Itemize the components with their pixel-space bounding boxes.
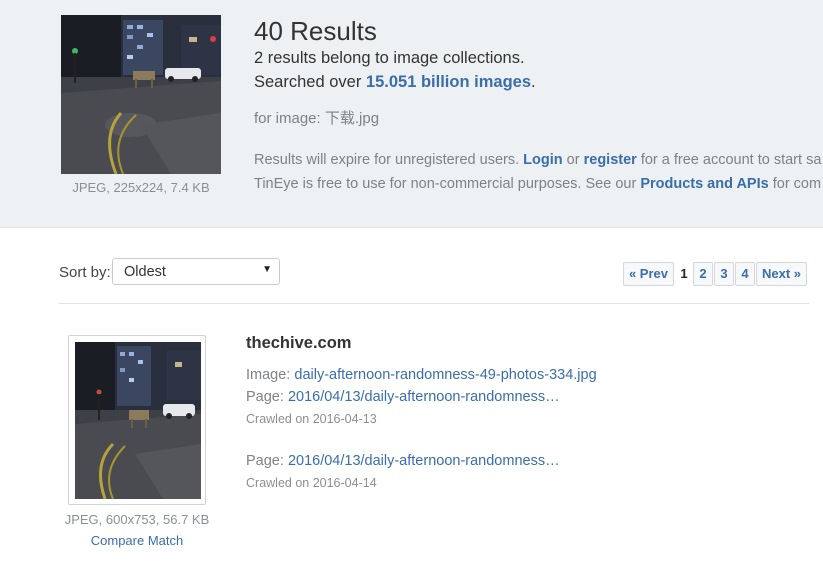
register-suffix: for a free account to start sa xyxy=(640,152,822,168)
results-count-title: 40 Results xyxy=(254,16,377,46)
results-divider xyxy=(59,303,809,304)
sort-select[interactable]: Oldest ▼ xyxy=(112,258,280,285)
prev-page-button[interactable]: « Prev xyxy=(623,262,674,286)
searched-suffix: . xyxy=(531,73,536,91)
night-street-photo xyxy=(61,15,221,174)
result-image-info: JPEG, 600x753, 56.7 KB xyxy=(64,512,210,527)
result-image-line: Image: daily-afternoon-randomness-49-pho… xyxy=(246,367,597,383)
searched-prefix: Searched over xyxy=(254,73,362,91)
query-image-thumbnail[interactable] xyxy=(61,15,221,174)
sort-label: Sort by: xyxy=(59,264,111,281)
crawl-date-1: Crawled on 2016-04-13 xyxy=(246,412,377,426)
index-size-link[interactable]: 15.051 billion images xyxy=(366,73,531,91)
page-2-link[interactable]: 2 xyxy=(693,262,713,286)
collections-summary: 2 results belong to image collections. xyxy=(254,49,525,67)
usage-notice: TinEye is free to use for non-commercial… xyxy=(254,176,821,192)
image-label: Image: xyxy=(246,367,291,383)
result-image-link[interactable]: daily-afternoon-randomness-49-photos-334… xyxy=(294,367,596,383)
result-page-link-2[interactable]: 2016/04/13/daily-afternoon-randomness… xyxy=(288,453,560,469)
page-4-link[interactable]: 4 xyxy=(735,262,755,286)
usage-text: TinEye is free to use for non-commercial… xyxy=(254,176,637,192)
expiry-text: Results will expire for unregistered use… xyxy=(254,152,520,168)
compare-match-link[interactable]: Compare Match xyxy=(58,533,216,548)
night-street-photo xyxy=(75,342,201,499)
expiry-notice: Results will expire for unregistered use… xyxy=(254,152,821,168)
usage-suffix: for com xyxy=(772,176,822,192)
result-page-line-2: Page: 2016/04/13/daily-afternoon-randomn… xyxy=(246,453,560,469)
page-label: Page: xyxy=(246,453,284,469)
crawl-date-2: Crawled on 2016-04-14 xyxy=(246,476,377,490)
query-image-info: JPEG, 225x224, 7.4 KB xyxy=(72,180,210,195)
result-page-line-1: Page: 2016/04/13/daily-afternoon-randomn… xyxy=(246,389,560,405)
result-thumb-image xyxy=(75,342,201,499)
products-apis-link[interactable]: Products and APIs xyxy=(640,176,768,192)
or-text: or xyxy=(566,152,580,168)
result-domain: thechive.com xyxy=(246,334,352,352)
page-label: Page: xyxy=(246,389,284,405)
current-page: 1 xyxy=(680,266,688,281)
query-filename: for image: 下载.jpg xyxy=(254,110,380,127)
register-link[interactable]: register xyxy=(584,152,637,168)
login-link[interactable]: Login xyxy=(523,152,562,168)
result-image-thumbnail[interactable] xyxy=(68,335,206,505)
dropdown-caret-icon: ▼ xyxy=(262,264,272,275)
sort-selected-value: Oldest xyxy=(124,264,166,280)
page-3-link[interactable]: 3 xyxy=(714,262,734,286)
next-page-button[interactable]: Next » xyxy=(756,262,807,286)
searched-summary: Searched over 15.051 billion images. xyxy=(254,73,536,92)
result-page-link-1[interactable]: 2016/04/13/daily-afternoon-randomness… xyxy=(288,389,560,405)
